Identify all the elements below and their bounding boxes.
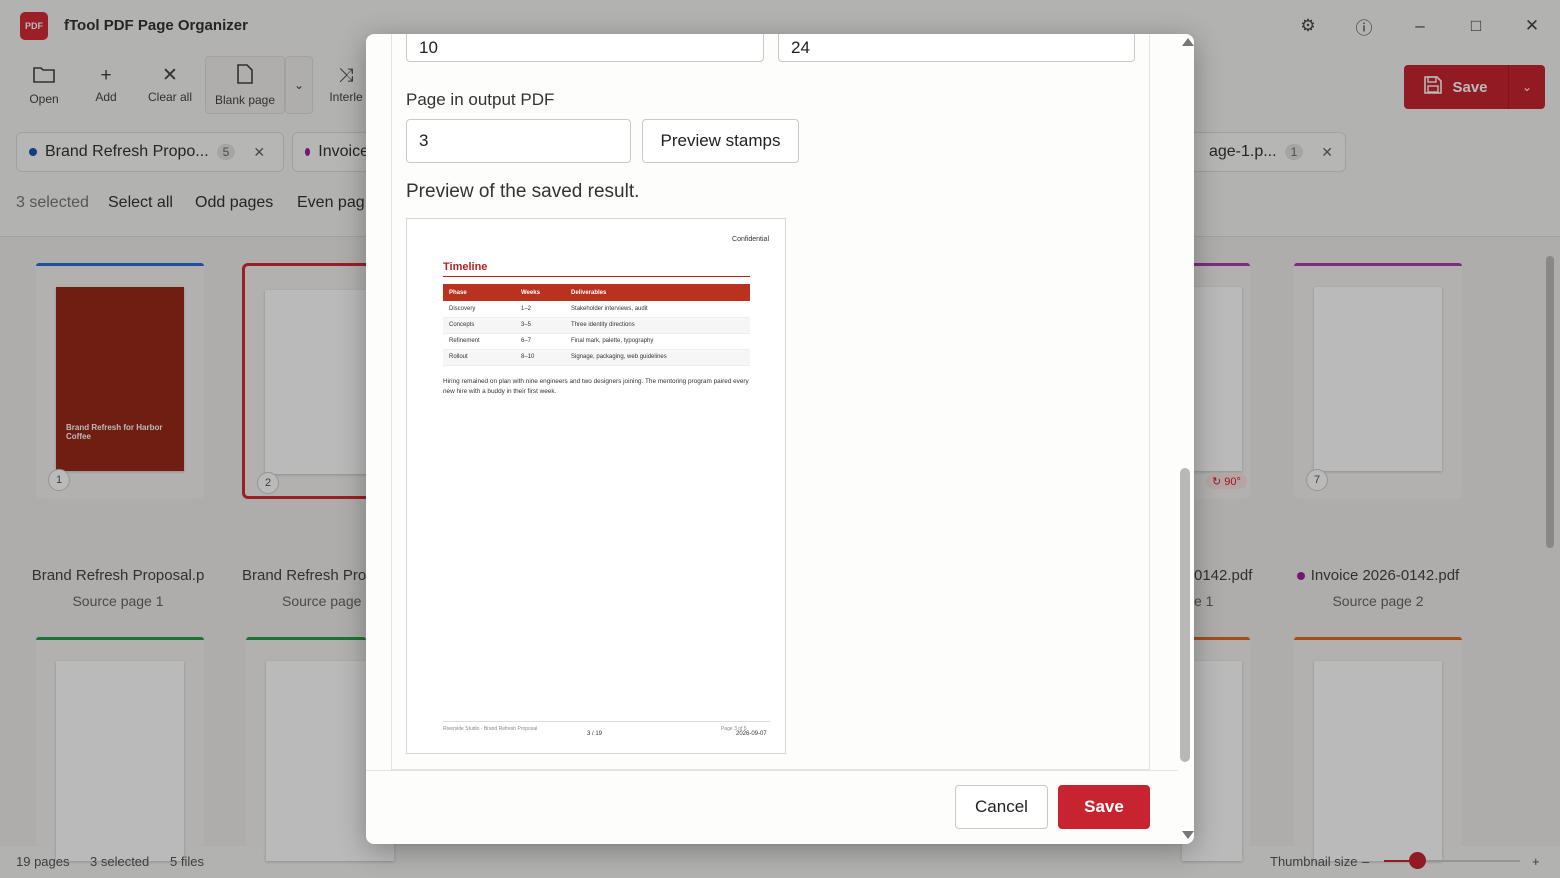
dialog-save-button[interactable]: Save — [1058, 785, 1150, 829]
table-cell: Refinement — [443, 333, 515, 350]
saved-result-preview: Confidential Timeline Phase Weeks Delive… — [406, 218, 786, 754]
table-header: Deliverables — [565, 284, 750, 301]
scrollbar-thumb[interactable] — [1180, 468, 1190, 762]
stamp-dialog: Page in output PDF Preview stamps Previe… — [366, 34, 1194, 844]
footer-rule — [443, 721, 770, 722]
table-cell: Final mark, palette, typography — [565, 333, 750, 350]
table-cell: Signage, packaging, web guidelines — [565, 349, 750, 366]
table-cell: 6–7 — [515, 333, 565, 350]
title-rule — [443, 276, 750, 277]
date-stamp: 2026-09-07 — [736, 731, 767, 737]
confidential-stamp: Confidential — [732, 236, 769, 243]
table-cell: 1–2 — [515, 301, 565, 318]
footer-divider — [366, 770, 1178, 771]
preview-page-title: Timeline — [443, 261, 488, 273]
range-end-input[interactable] — [778, 34, 1135, 62]
table-cell: Discovery — [443, 301, 515, 318]
scroll-up-arrow-icon[interactable] — [1182, 38, 1194, 46]
table-cell: 3–5 — [515, 317, 565, 334]
page-in-output-label: Page in output PDF — [406, 90, 555, 109]
table-cell: Rollout — [443, 349, 515, 366]
table-row: Rollout 8–10 Signage, packaging, web gui… — [443, 349, 750, 366]
page-number-stamp: 3 / 19 — [587, 731, 603, 737]
table-header: Phase — [443, 284, 515, 301]
table-cell: Concepts — [443, 317, 515, 334]
table-header: Weeks — [515, 284, 565, 301]
scroll-down-arrow-icon[interactable] — [1182, 831, 1194, 839]
table-row: Refinement 6–7 Final mark, palette, typo… — [443, 333, 750, 350]
range-start-input[interactable] — [406, 34, 764, 62]
table-cell: 8–10 — [515, 349, 565, 366]
cancel-button[interactable]: Cancel — [955, 785, 1048, 829]
page-in-output-input[interactable] — [406, 119, 631, 163]
table-row: Discovery 1–2 Stakeholder interviews, au… — [443, 301, 750, 318]
footer-left-text: Riverside Studio · Brand Refresh Proposa… — [443, 726, 538, 732]
dialog-scrollbar[interactable] — [1178, 34, 1194, 844]
table-cell: Three identity directions — [565, 317, 750, 334]
table-cell: Stakeholder interviews, audit — [565, 301, 750, 318]
timeline-table: Phase Weeks Deliverables Discovery 1–2 S… — [443, 284, 750, 366]
preview-label: Preview of the saved result. — [406, 181, 640, 202]
preview-stamps-button[interactable]: Preview stamps — [642, 119, 799, 163]
preview-body-text: Hiring remained on plan with nine engine… — [443, 378, 749, 395]
table-row: Concepts 3–5 Three identity directions — [443, 317, 750, 334]
